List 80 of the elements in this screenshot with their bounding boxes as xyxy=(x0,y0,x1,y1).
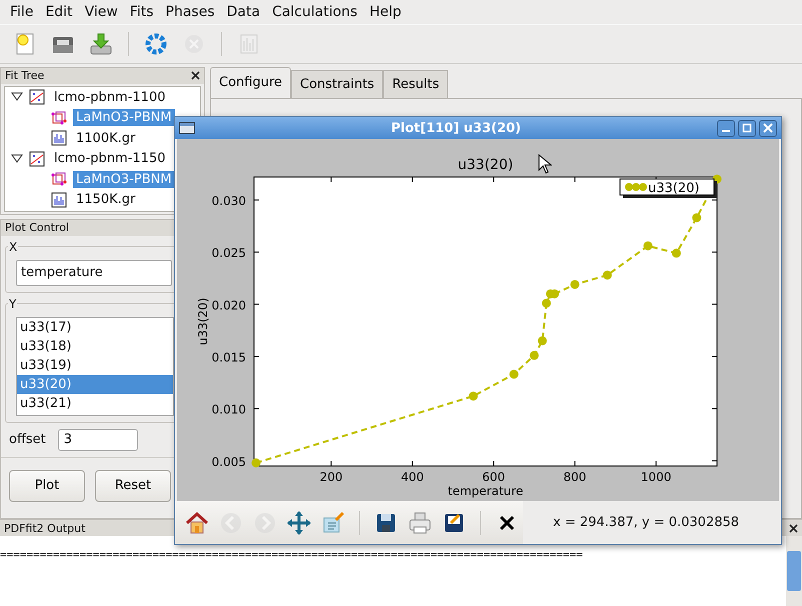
fit-icon xyxy=(29,89,45,106)
close-icon[interactable] xyxy=(191,71,200,80)
list-item[interactable]: u33(17) xyxy=(17,318,173,337)
menu-item[interactable]: Phases xyxy=(160,4,221,20)
scrollbar-thumb[interactable] xyxy=(787,551,801,592)
x-dropdown[interactable]: temperature xyxy=(16,260,172,286)
tick-label: 0.030 xyxy=(212,194,246,208)
menu-item[interactable]: Data xyxy=(220,4,266,20)
minimize-icon xyxy=(722,130,730,132)
window-menu-icon[interactable] xyxy=(179,122,195,134)
data-point xyxy=(643,241,652,250)
y-axis-label: u33(20) xyxy=(196,298,210,346)
chart-title: u33(20) xyxy=(458,157,514,173)
data-point xyxy=(538,336,547,346)
fit-icon xyxy=(29,150,45,167)
tick-label: 0.005 xyxy=(212,454,246,469)
offset-field[interactable]: 3 xyxy=(58,428,138,451)
tick-label: 1000 xyxy=(640,470,672,484)
tick-label: 200 xyxy=(320,470,343,484)
menu-item[interactable]: Edit xyxy=(39,4,79,20)
tree-item[interactable]: 1100K.gr xyxy=(73,130,138,147)
data-file-icon xyxy=(51,130,67,146)
tick-label: 800 xyxy=(563,470,586,484)
crystal-icon xyxy=(51,171,67,188)
tree-item[interactable]: lcmo-pbnm-1100 xyxy=(51,88,168,106)
move-arrows-icon[interactable] xyxy=(285,508,313,536)
tree-item[interactable]: 1150K.gr xyxy=(73,191,138,208)
output-text: ======================================================================================== xyxy=(0,547,584,564)
offset-label: offset xyxy=(9,432,46,448)
close-icon[interactable] xyxy=(789,524,798,533)
menu-item[interactable]: Help xyxy=(363,4,408,20)
data-point xyxy=(530,350,539,360)
tab[interactable]: Results xyxy=(383,70,448,98)
list-item[interactable]: u33(21) xyxy=(17,394,173,413)
group-label: X xyxy=(8,240,18,254)
tick-label: 0.015 xyxy=(212,350,246,364)
crystal-icon xyxy=(51,110,67,126)
window-title: Plot[110] u33(20) xyxy=(390,120,522,136)
vertical-scrollbar[interactable] xyxy=(786,536,802,606)
menu-item[interactable]: Fits xyxy=(124,4,160,20)
list-item[interactable]: u33(19) xyxy=(17,356,173,375)
menu-item[interactable]: View xyxy=(78,4,124,20)
maximize-button[interactable] xyxy=(738,120,756,136)
data-point xyxy=(570,280,580,289)
data-file-icon xyxy=(51,192,67,208)
tick-label: 0.010 xyxy=(212,402,246,417)
tab[interactable]: Constraints xyxy=(291,70,384,98)
tick-label: 0.025 xyxy=(212,246,246,260)
x-axis-label: temperature xyxy=(448,484,524,498)
data-point xyxy=(542,298,551,308)
tick-label: 0.020 xyxy=(212,298,246,312)
legend-label: u33(20) xyxy=(648,181,700,196)
tab[interactable]: Configure xyxy=(210,66,292,98)
data-point xyxy=(509,370,518,379)
panel-title: PDFfit2 Output xyxy=(4,522,86,535)
collapse-arrow-icon[interactable] xyxy=(11,154,23,164)
data-point xyxy=(252,458,261,468)
close-button[interactable] xyxy=(759,120,777,136)
data-point xyxy=(692,213,702,222)
panel-title: Plot Control xyxy=(5,221,69,234)
tree-item[interactable]: lcmo-pbnm-1150 xyxy=(51,150,168,168)
list-item[interactable]: u33(18) xyxy=(17,336,173,356)
maximize-icon xyxy=(742,123,752,133)
tick-label: 600 xyxy=(482,470,506,484)
mouse-cursor-icon xyxy=(538,154,552,174)
data-point xyxy=(602,270,612,280)
panel-title: Fit Tree xyxy=(5,69,44,82)
action-button[interactable]: Plot xyxy=(9,470,85,502)
minimize-button[interactable] xyxy=(717,120,735,136)
collapse-arrow-icon[interactable] xyxy=(11,92,23,102)
data-point xyxy=(468,392,478,401)
close-icon xyxy=(763,123,773,133)
menu-item[interactable]: Calculations xyxy=(266,4,364,20)
group-label: Y xyxy=(8,296,18,311)
cursor-coordinates: x = 294.387, y = 0.0302858 xyxy=(553,515,740,530)
action-button[interactable]: Reset xyxy=(95,470,171,502)
data-point xyxy=(550,289,560,298)
tick-label: 400 xyxy=(400,470,424,484)
menu-item[interactable]: File xyxy=(4,4,40,20)
data-point xyxy=(672,248,681,258)
